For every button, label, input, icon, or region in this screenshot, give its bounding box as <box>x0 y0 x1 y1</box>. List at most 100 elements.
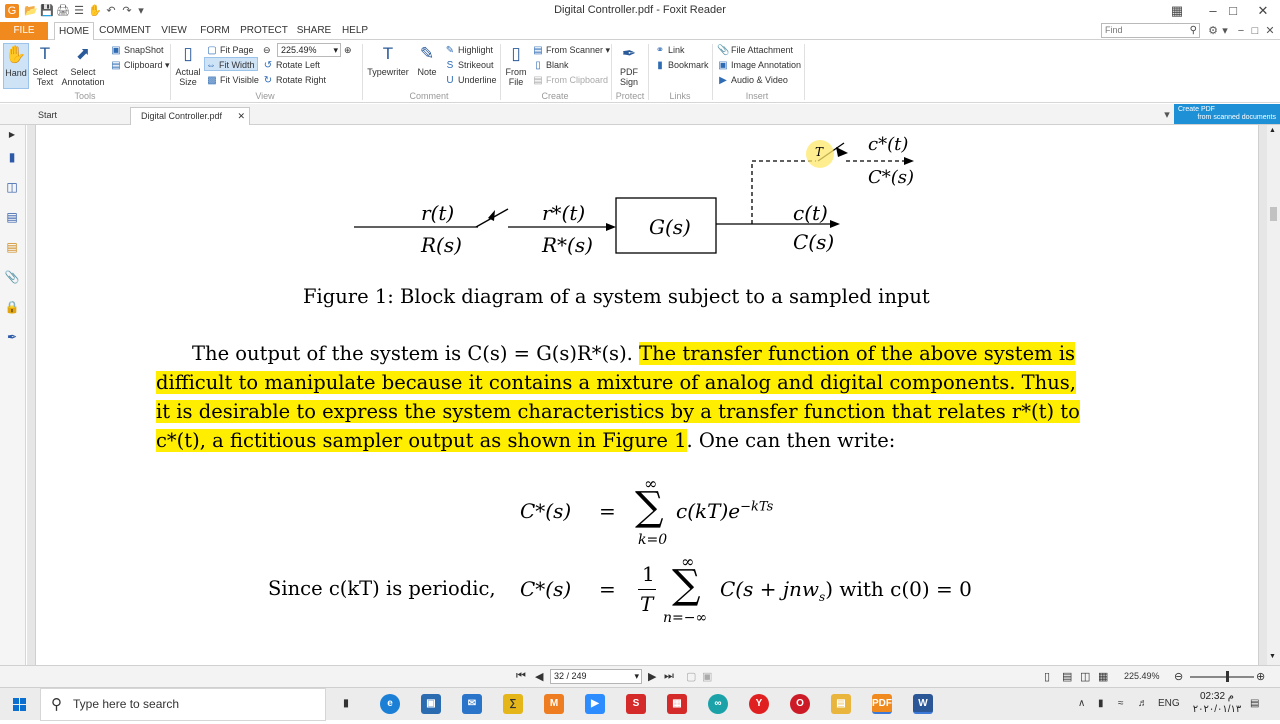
minus-icon[interactable]: − <box>1234 24 1248 38</box>
opera-icon[interactable]: O <box>790 694 810 714</box>
scroll-down-icon[interactable]: ▼ <box>1269 653 1276 660</box>
security-panel-icon[interactable]: 🔒 <box>4 299 20 315</box>
pdf-sign-button[interactable]: ✒ PDF Sign <box>615 43 643 87</box>
close-button[interactable]: ✕ <box>1246 0 1280 22</box>
document-view[interactable]: r(t) R(s) r*(t) R*(s) G(s) c(t) C(s) c*(… <box>27 125 1267 665</box>
tab-share[interactable]: SHARE <box>294 22 334 40</box>
comments-panel-icon[interactable]: ▤ <box>4 239 20 255</box>
clock[interactable]: 02:32 م ٢٠٢٠/٠١/١٣ <box>1190 690 1244 716</box>
underline-button[interactable]: U Underline <box>444 73 496 87</box>
single-page-icon[interactable]: ▯ <box>1044 670 1050 683</box>
tab-home[interactable]: HOME <box>54 22 94 41</box>
fit-visible-button[interactable]: ▩ Fit Visible <box>206 73 259 87</box>
continuous-facing-icon[interactable]: ▦ <box>1098 670 1108 683</box>
typewriter-button[interactable]: T Typewriter <box>366 43 410 77</box>
wifi-icon[interactable]: ≈ <box>1118 698 1124 709</box>
word-icon[interactable]: W <box>913 694 933 714</box>
chevron-down-icon[interactable]: ▾ <box>1160 108 1174 122</box>
calculator-app-icon[interactable]: ∑ <box>503 694 523 714</box>
from-clipboard-button[interactable]: ▤ From Clipboard <box>532 73 608 87</box>
scroll-up-icon[interactable]: ▲ <box>1269 127 1276 134</box>
tab-digital-controller[interactable]: Digital Controller.pdf ✕ <box>130 107 250 125</box>
fit-page-button[interactable]: ▢ Fit Page <box>206 43 253 57</box>
blank-button[interactable]: ▯ Blank <box>532 58 568 72</box>
copy-icon[interactable]: ▣ <box>702 670 712 683</box>
fit-width-button[interactable]: ⇔ Fit Width <box>204 57 258 71</box>
tray-chevron-icon[interactable]: ∧ <box>1078 698 1085 709</box>
store-icon[interactable]: ▣ <box>421 694 441 714</box>
restore-tabs-icon[interactable]: ▦ <box>1160 0 1194 22</box>
previous-page-icon[interactable]: ◀ <box>535 670 543 683</box>
mail-icon[interactable]: ✉ <box>462 694 482 714</box>
actual-size-button[interactable]: ▯ Actual Size <box>174 43 202 87</box>
bookmark-button[interactable]: ▮ Bookmark <box>654 58 708 72</box>
hand-tool-button[interactable]: ✋ Hand <box>3 43 29 89</box>
fit-icon[interactable]: ▢ <box>686 670 696 683</box>
chevron-down-icon[interactable]: ▾ <box>634 670 639 683</box>
from-file-button[interactable]: ▯ From File <box>503 43 529 87</box>
select-text-button[interactable]: T Select Text <box>31 43 59 87</box>
continuous-icon[interactable]: ▤ <box>1062 670 1072 683</box>
expand-panel-icon[interactable]: ▶ <box>4 127 20 143</box>
chevron-down-icon[interactable]: ▾ <box>333 44 338 56</box>
attachments-panel-icon[interactable]: 📎 <box>4 269 20 285</box>
tab-start[interactable]: Start <box>28 107 128 125</box>
zoom-slider-handle[interactable] <box>1226 671 1229 682</box>
battery-icon[interactable]: ▮ <box>1098 698 1104 709</box>
strikeout-button[interactable]: S Strikeout <box>444 58 494 72</box>
vertical-scrollbar[interactable]: ▲ ▼ <box>1267 125 1280 665</box>
search-icon[interactable]: ⚲ <box>1190 24 1197 37</box>
start-button[interactable] <box>0 688 40 721</box>
tab-file[interactable]: FILE <box>0 22 48 40</box>
tab-comment[interactable]: COMMENT <box>98 22 152 40</box>
language-indicator[interactable]: ENG <box>1158 698 1180 709</box>
clipboard-button[interactable]: ▤ Clipboard ▾ <box>110 58 169 72</box>
facing-icon[interactable]: ◫ <box>1080 670 1090 683</box>
highlight-button[interactable]: ✎ Highlight <box>444 43 493 57</box>
volume-icon[interactable]: ♬ <box>1138 698 1148 709</box>
yandex-icon[interactable]: Y <box>749 694 769 714</box>
foxit-taskbar-icon[interactable]: PDF <box>872 694 892 714</box>
layers-panel-icon[interactable]: ▤ <box>4 209 20 225</box>
zoom-out-icon[interactable]: ⊖ <box>1174 670 1183 683</box>
maximize-button[interactable]: □ <box>1216 0 1250 22</box>
select-annotation-button[interactable]: ⬈ Select Annotation <box>60 43 106 87</box>
create-pdf-banner[interactable]: Create PDF from scanned documents <box>1174 104 1280 124</box>
taskbar-search[interactable]: ⚲ Type here to search <box>40 688 326 721</box>
from-scanner-button[interactable]: ▤ From Scanner ▾ <box>532 43 610 57</box>
tab-view[interactable]: VIEW <box>156 22 192 40</box>
zoom-input[interactable]: 225.49% ▾ <box>277 43 341 57</box>
zoom-slider[interactable] <box>1190 676 1254 678</box>
next-page-icon[interactable]: ▶ <box>648 670 656 683</box>
link-button[interactable]: ⚭ Link <box>654 43 685 57</box>
signature-panel-icon[interactable]: ✒ <box>4 329 20 345</box>
file-attachment-button[interactable]: 📎 File Attachment <box>717 43 793 57</box>
zoom-in-icon[interactable]: ⊕ <box>344 43 352 57</box>
tab-protect[interactable]: PROTECT <box>238 22 290 40</box>
first-page-icon[interactable]: ⏮ <box>516 670 526 683</box>
explorer-icon[interactable]: ▤ <box>831 694 851 714</box>
notifications-icon[interactable]: ▤ <box>1250 698 1259 709</box>
task-view-icon[interactable]: ▮ <box>336 694 356 714</box>
close-doc-icon[interactable]: ✕ <box>1263 24 1277 38</box>
note-button[interactable]: ✎ Note <box>413 43 441 77</box>
zoom-out-icon[interactable]: ⊖ <box>263 43 271 57</box>
find-input[interactable]: Find ⚲ <box>1101 23 1200 38</box>
app-red-icon[interactable]: ▦ <box>667 694 687 714</box>
matlab-icon[interactable]: M <box>544 694 564 714</box>
restore-icon[interactable]: □ <box>1248 24 1262 38</box>
pages-panel-icon[interactable]: ◫ <box>4 179 20 195</box>
tab-form[interactable]: FORM <box>196 22 234 40</box>
audio-video-button[interactable]: ▶ Audio & Video <box>717 73 788 87</box>
bookmark-panel-icon[interactable]: ▮ <box>4 149 20 165</box>
image-annotation-button[interactable]: ▣ Image Annotation <box>717 58 801 72</box>
arduino-icon[interactable]: ∞ <box>708 694 728 714</box>
solidworks-icon[interactable]: S <box>626 694 646 714</box>
rotate-left-button[interactable]: ↺ Rotate Left <box>262 58 320 72</box>
zoom-icon[interactable]: ▶ <box>585 694 605 714</box>
scroll-thumb[interactable] <box>1270 207 1277 221</box>
edge-icon[interactable]: e <box>380 694 400 714</box>
zoom-in-icon[interactable]: ⊕ <box>1256 670 1265 683</box>
snapshot-button[interactable]: ▣ SnapShot <box>110 43 163 57</box>
last-page-icon[interactable]: ⏭ <box>664 670 674 683</box>
